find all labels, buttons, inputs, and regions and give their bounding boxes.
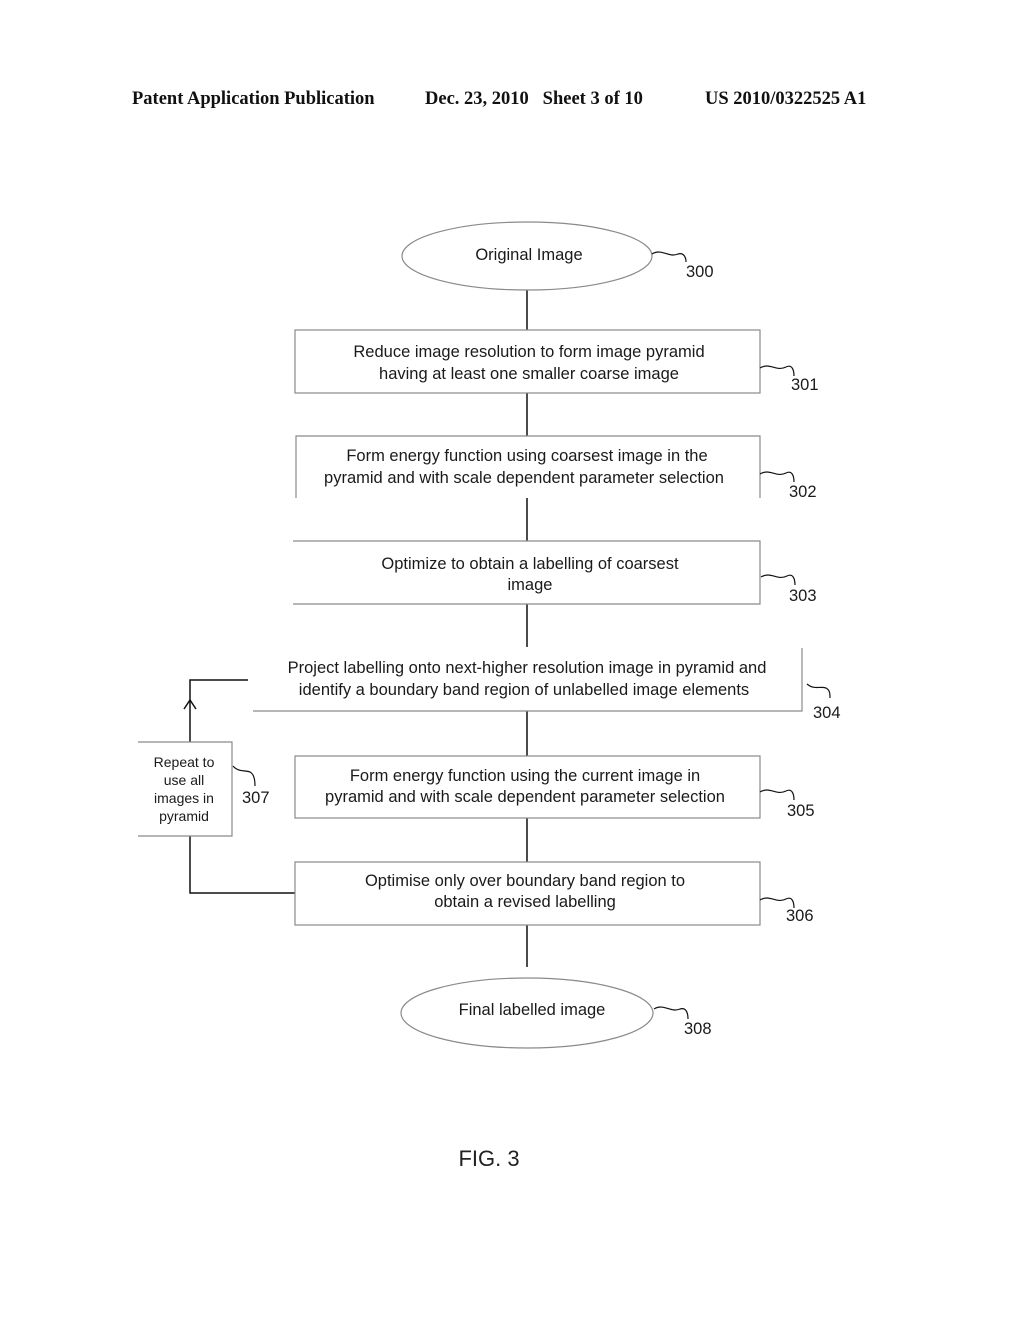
step-305: Form energy function using the current i… [294, 755, 815, 820]
ref-leader-304 [806, 683, 831, 699]
ref-leader-308 [653, 1006, 689, 1020]
ref-307: 307 [242, 789, 270, 807]
step-304-line-2: identify a boundary band region of unlab… [299, 681, 749, 699]
step-305-box [294, 755, 761, 819]
step-302-box [295, 435, 761, 498]
ref-leader-301 [759, 365, 795, 377]
step-303: Optimize to obtain a labelling of coarse… [293, 540, 817, 605]
start-label: Original Image [475, 246, 582, 264]
end-node: Final labelled image 308 [400, 977, 712, 1049]
step-302: Form energy function using coarsest imag… [295, 435, 817, 501]
step-306-line-2: obtain a revised labelling [434, 893, 616, 911]
step-301-line-1: Reduce image resolution to form image py… [353, 343, 704, 361]
ref-302: 302 [789, 483, 817, 501]
loop-connector-to-304 [189, 679, 248, 742]
step-303-line-2: image [508, 576, 553, 594]
ref-308: 308 [684, 1020, 712, 1038]
ref-304: 304 [813, 704, 841, 722]
figure-label: FIG. 3 [458, 1146, 519, 1171]
ref-301: 301 [791, 376, 819, 394]
ref-303: 303 [789, 587, 817, 605]
step-302-line-1: Form energy function using coarsest imag… [346, 447, 707, 465]
step-304: Project labelling onto next-higher resol… [253, 648, 841, 722]
loop-connector-from-306 [189, 836, 295, 894]
ref-300: 300 [686, 263, 714, 281]
step-301: Reduce image resolution to form image py… [294, 329, 819, 394]
ref-leader-307 [232, 765, 256, 787]
step-301-line-2: having at least one smaller coarse image [379, 365, 679, 383]
step-304-line-1: Project labelling onto next-higher resol… [288, 659, 767, 677]
end-label: Final labelled image [459, 1001, 606, 1019]
step-304-box [253, 648, 803, 712]
ref-leader-303 [760, 574, 796, 586]
ref-306: 306 [786, 907, 814, 925]
step-301-box [294, 329, 761, 394]
loop-line-2: use all [164, 772, 204, 788]
start-node: Original Image 300 [401, 221, 714, 291]
ref-leader-302 [759, 471, 795, 483]
step-305-line-2: pyramid and with scale dependent paramet… [325, 788, 725, 806]
ref-305: 305 [787, 802, 815, 820]
step-302-line-2: pyramid and with scale dependent paramet… [324, 469, 724, 487]
loop-line-1: Repeat to [154, 754, 215, 770]
loop-node-307: Repeat to use all images in pyramid 307 [138, 741, 270, 837]
step-303-line-1: Optimize to obtain a labelling of coarse… [381, 555, 679, 573]
step-306: Optimise only over boundary band region … [294, 861, 814, 926]
ref-leader-300 [651, 251, 687, 263]
ref-leader-305 [759, 789, 795, 801]
flowchart-diagram: Original Image 300 Reduce image resoluti… [138, 221, 841, 1171]
loop-line-3: images in [154, 790, 214, 806]
step-305-line-1: Form energy function using the current i… [350, 767, 700, 785]
step-306-line-1: Optimise only over boundary band region … [365, 872, 685, 890]
loop-line-4: pyramid [159, 808, 209, 824]
